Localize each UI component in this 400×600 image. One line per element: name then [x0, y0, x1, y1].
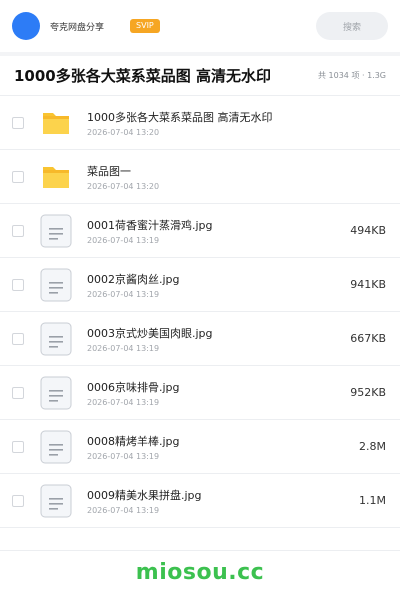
select-checkbox[interactable]	[12, 170, 24, 183]
file-icon	[39, 430, 73, 464]
item-date: 2026-07-04 13:19	[87, 451, 160, 461]
list-item[interactable]: 菜品图一 2026-07-04 13:20	[0, 150, 400, 204]
item-name: 1000多张各大菜系菜品图 高清无水印	[87, 110, 273, 124]
search-label: 搜索	[342, 22, 361, 33]
top-bar: 夸克网盘分享 SVIP 搜索	[0, 0, 400, 52]
file-icon	[39, 214, 73, 248]
item-size: 494KB	[350, 224, 386, 237]
list-item[interactable]: 1000多张各大菜系菜品图 高清无水印 2026-07-04 13:20	[0, 96, 400, 150]
file-icon	[39, 484, 73, 518]
item-date: 2026-07-04 13:20	[87, 181, 160, 191]
item-date: 2026-07-04 13:19	[87, 289, 160, 299]
list-item[interactable]: 0003京式炒美国肉眼.jpg 2026-07-04 13:19 667KB	[0, 312, 400, 366]
list-item[interactable]: 0008精烤羊棒.jpg 2026-07-04 13:19 2.8M	[0, 420, 400, 474]
item-size: 2.8M	[359, 440, 386, 453]
folder-icon	[39, 160, 73, 194]
file-list: 1000多张各大菜系菜品图 高清无水印 2026-07-04 13:20 菜品图…	[0, 96, 400, 528]
select-checkbox[interactable]	[12, 440, 24, 453]
item-name: 0008精烤羊棒.jpg	[87, 434, 180, 448]
list-item[interactable]: 0006京味排骨.jpg 2026-07-04 13:19 952KB	[0, 366, 400, 420]
item-name: 0006京味排骨.jpg	[87, 380, 180, 394]
list-item[interactable]: 0001荷香蜜汁蒸滑鸡.jpg 2026-07-04 13:19 494KB	[0, 204, 400, 258]
select-checkbox[interactable]	[12, 494, 24, 507]
item-date: 2026-07-04 13:20	[87, 127, 160, 137]
item-name: 菜品图一	[87, 164, 131, 178]
list-item[interactable]: 0009精美水果拼盘.jpg 2026-07-04 13:19 1.1M	[0, 474, 400, 528]
select-checkbox[interactable]	[12, 332, 24, 345]
page-title: 1000多张各大菜系菜品图 高清无水印	[14, 67, 271, 85]
list-item[interactable]: 0002京酱肉丝.jpg 2026-07-04 13:19 941KB	[0, 258, 400, 312]
item-name: 0002京酱肉丝.jpg	[87, 272, 180, 286]
item-name: 0001荷香蜜汁蒸滑鸡.jpg	[87, 218, 213, 232]
item-name: 0003京式炒美国肉眼.jpg	[87, 326, 213, 340]
item-size: 1.1M	[359, 494, 386, 507]
share-name: 夸克网盘分享	[50, 22, 105, 33]
select-checkbox[interactable]	[12, 386, 24, 399]
item-size: 941KB	[350, 278, 386, 291]
file-icon	[39, 268, 73, 302]
list-end-spacer	[0, 528, 400, 551]
svip-badge: SVIP	[130, 19, 160, 33]
select-checkbox[interactable]	[12, 278, 24, 291]
item-date: 2026-07-04 13:19	[87, 235, 160, 245]
brand-watermark: miosou.cc	[135, 560, 265, 585]
item-date: 2026-07-04 13:19	[87, 505, 160, 515]
item-date: 2026-07-04 13:19	[87, 343, 160, 353]
item-date: 2026-07-04 13:19	[87, 397, 160, 407]
item-name: 0009精美水果拼盘.jpg	[87, 488, 202, 502]
file-icon	[39, 376, 73, 410]
avatar[interactable]	[12, 12, 40, 40]
item-size: 667KB	[350, 332, 386, 345]
select-checkbox[interactable]	[12, 116, 24, 129]
item-size: 952KB	[350, 386, 386, 399]
select-checkbox[interactable]	[12, 224, 24, 237]
search-button[interactable]: 搜索	[316, 12, 388, 40]
item-count: 共 1034 项 · 1.3G	[318, 71, 386, 80]
folder-icon	[39, 106, 73, 140]
file-icon	[39, 322, 73, 356]
page-header: 1000多张各大菜系菜品图 高清无水印 共 1034 项 · 1.3G	[0, 56, 400, 96]
